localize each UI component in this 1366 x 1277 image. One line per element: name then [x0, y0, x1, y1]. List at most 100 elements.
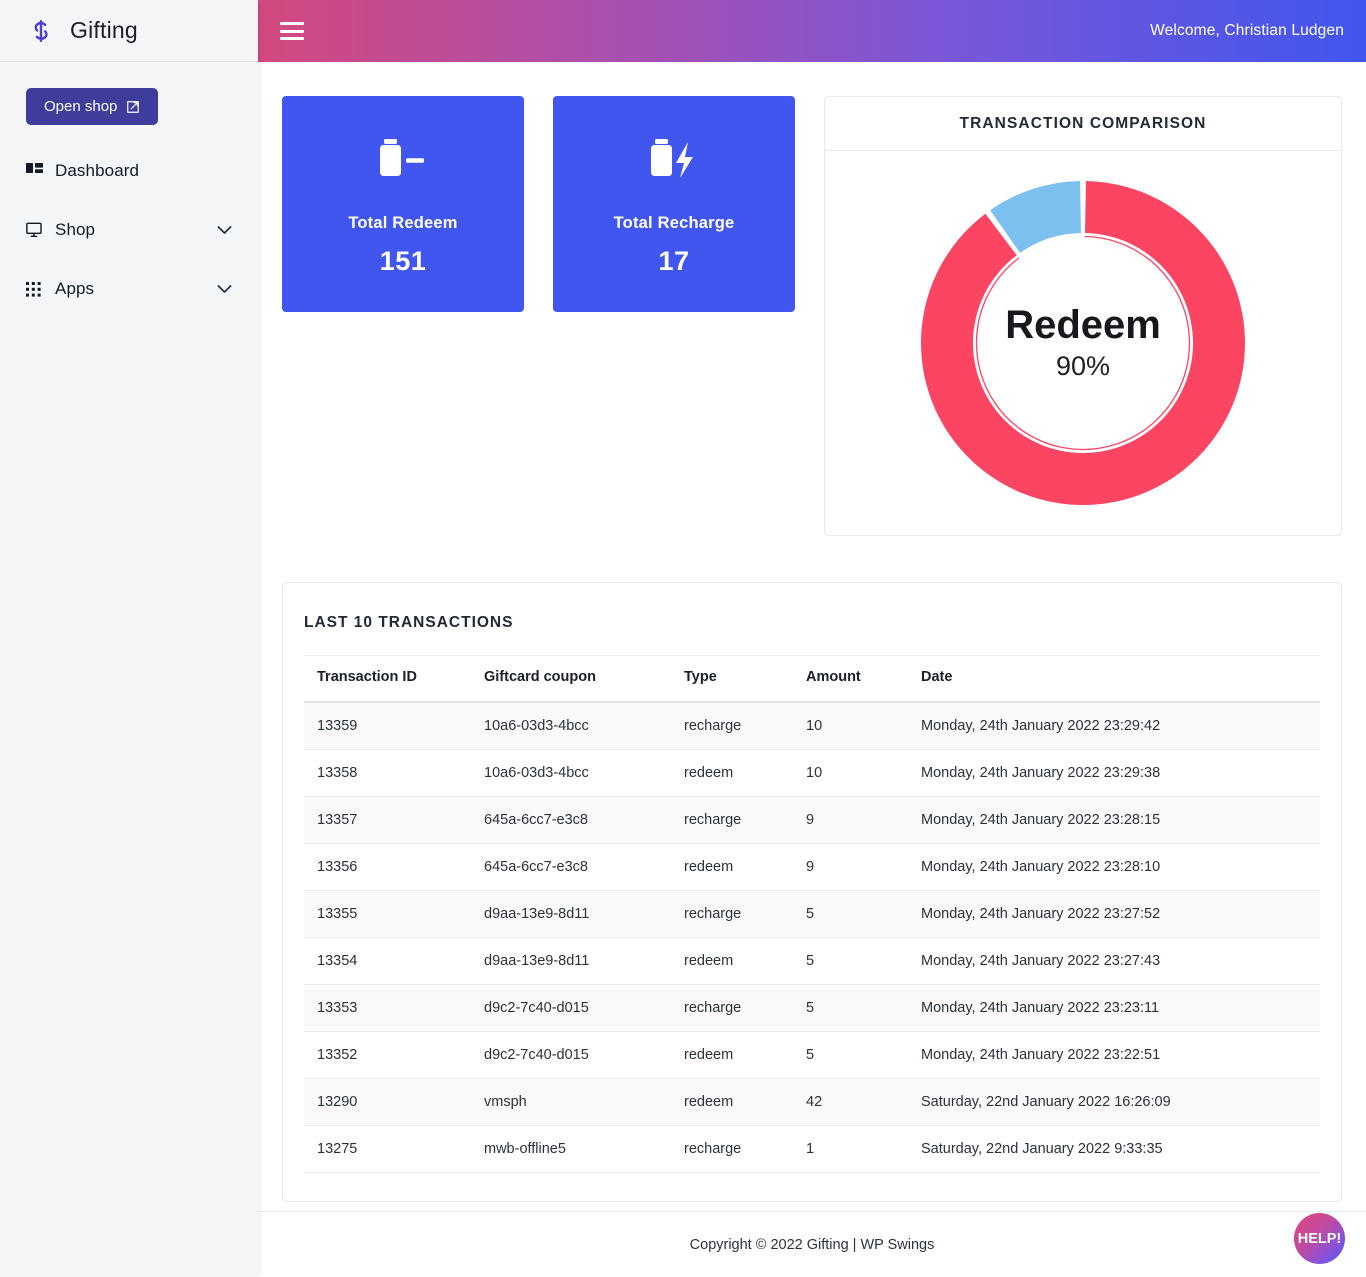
cell-date: Monday, 24th January 2022 23:23:11 [921, 985, 1320, 1032]
cell-coupon: 10a6-03d3-4bcc [484, 702, 684, 750]
column-header-date[interactable]: Date [921, 656, 1320, 703]
cell-date: Monday, 24th January 2022 23:29:38 [921, 750, 1320, 797]
table-row[interactable]: 13357645a-6cc7-e3c8recharge9Monday, 24th… [304, 797, 1320, 844]
cell-type: redeem [684, 938, 806, 985]
help-button[interactable]: HELP! [1294, 1213, 1345, 1264]
topbar: Welcome, Christian Ludgen [258, 0, 1366, 62]
table-row[interactable]: 13290vmsphredeem42Saturday, 22nd January… [304, 1079, 1320, 1126]
chevron-down-icon[interactable] [217, 225, 232, 235]
cell-amount: 5 [806, 938, 921, 985]
cell-date: Monday, 24th January 2022 23:28:15 [921, 797, 1320, 844]
external-link-icon [126, 100, 140, 114]
cell-type: redeem [684, 1079, 806, 1126]
sidebar-item-apps[interactable]: Apps [26, 276, 232, 302]
brand: Gifting [0, 0, 258, 62]
brand-title: Gifting [70, 17, 138, 44]
cell-type: redeem [684, 844, 806, 891]
apps-grid-icon [26, 280, 46, 298]
dashboard-grid-icon [26, 162, 46, 180]
column-header-giftcard-coupon[interactable]: Giftcard coupon [484, 656, 684, 703]
stat-value: 151 [380, 246, 427, 277]
table-body: 1335910a6-03d3-4bccrecharge10Monday, 24t… [304, 702, 1320, 1173]
cell-date: Monday, 24th January 2022 23:29:42 [921, 702, 1320, 750]
cell-amount: 10 [806, 750, 921, 797]
battery-bolt-icon [643, 132, 705, 188]
cell-id: 13353 [304, 985, 484, 1032]
cell-coupon: 645a-6cc7-e3c8 [484, 797, 684, 844]
sidebar: Gifting Open shop [0, 0, 258, 1277]
monitor-icon [26, 221, 46, 239]
table-row[interactable]: 13352d9c2-7c40-d015redeem5Monday, 24th J… [304, 1032, 1320, 1079]
stat-cards: Total Redeem 151 Total Recharge 17 [282, 96, 795, 312]
table-row[interactable]: 1335810a6-03d3-4bccredeem10Monday, 24th … [304, 750, 1320, 797]
table-header-row: Transaction ID Giftcard coupon Type Amou… [304, 656, 1320, 703]
transactions-table: Transaction ID Giftcard coupon Type Amou… [304, 655, 1320, 1173]
dashboard-page: Gifting Open shop [0, 0, 1366, 1277]
cell-id: 13355 [304, 891, 484, 938]
donut-slice-redeem[interactable] [921, 181, 1245, 505]
table-row[interactable]: 1335910a6-03d3-4bccrecharge10Monday, 24t… [304, 702, 1320, 750]
top-row: Total Redeem 151 Total Recharge 17 [282, 96, 1342, 536]
cell-coupon: 10a6-03d3-4bcc [484, 750, 684, 797]
cell-date: Saturday, 22nd January 2022 9:33:35 [921, 1126, 1320, 1173]
donut-chart[interactable]: Redeem 90% [913, 173, 1253, 513]
cell-coupon: d9c2-7c40-d015 [484, 1032, 684, 1079]
last-transactions-card: LAST 10 TRANSACTIONS Transaction ID Gift… [282, 582, 1342, 1202]
hamburger-menu-icon[interactable] [280, 22, 304, 40]
content-area: Total Redeem 151 Total Recharge 17 [258, 62, 1366, 1211]
column-header-transaction-id[interactable]: Transaction ID [304, 656, 484, 703]
open-shop-button[interactable]: Open shop [26, 88, 158, 125]
cell-type: redeem [684, 1032, 806, 1079]
stat-label: Total Recharge [614, 214, 735, 233]
footer: Copyright © 2022 Gifting | WP Swings [258, 1211, 1366, 1277]
cell-date: Monday, 24th January 2022 23:28:10 [921, 844, 1320, 891]
cell-type: recharge [684, 891, 806, 938]
stat-value: 17 [658, 246, 689, 277]
stat-card-total-redeem[interactable]: Total Redeem 151 [282, 96, 524, 312]
transaction-comparison-card: TRANSACTION COMPARISON Redeem 90% [824, 96, 1342, 536]
cell-amount: 9 [806, 844, 921, 891]
cell-id: 13358 [304, 750, 484, 797]
table-row[interactable]: 13355d9aa-13e9-8d11recharge5Monday, 24th… [304, 891, 1320, 938]
cell-id: 13357 [304, 797, 484, 844]
cell-date: Monday, 24th January 2022 23:22:51 [921, 1032, 1320, 1079]
cell-id: 13356 [304, 844, 484, 891]
copyright-text: Copyright © 2022 Gifting | WP Swings [690, 1237, 935, 1253]
table-row[interactable]: 13353d9c2-7c40-d015recharge5Monday, 24th… [304, 985, 1320, 1032]
battery-minus-icon [372, 132, 434, 188]
table-row[interactable]: 13275mwb-offline5recharge1Saturday, 22nd… [304, 1126, 1320, 1173]
welcome-text: Welcome, Christian Ludgen [1150, 22, 1344, 40]
cell-id: 13352 [304, 1032, 484, 1079]
table-row[interactable]: 13356645a-6cc7-e3c8redeem9Monday, 24th J… [304, 844, 1320, 891]
chart-header: TRANSACTION COMPARISON [825, 97, 1341, 151]
donut-chart-svg [913, 173, 1253, 513]
chevron-down-icon[interactable] [217, 284, 232, 294]
sidebar-item-dashboard[interactable]: Dashboard [26, 158, 232, 184]
main-column: Welcome, Christian Ludgen Total Redeem [258, 0, 1366, 1277]
cell-id: 13290 [304, 1079, 484, 1126]
sidebar-nav: Dashboard Shop [26, 158, 232, 302]
sidebar-body: Open shop [0, 62, 258, 302]
cell-type: recharge [684, 985, 806, 1032]
cell-coupon: d9aa-13e9-8d11 [484, 891, 684, 938]
table-title: LAST 10 TRANSACTIONS [304, 614, 1320, 632]
table-row[interactable]: 13354d9aa-13e9-8d11redeem5Monday, 24th J… [304, 938, 1320, 985]
cell-amount: 42 [806, 1079, 921, 1126]
cell-amount: 5 [806, 1032, 921, 1079]
cell-amount: 1 [806, 1126, 921, 1173]
gifting-swirl-logo-icon [26, 16, 56, 46]
cell-type: recharge [684, 797, 806, 844]
cell-coupon: mwb-offline5 [484, 1126, 684, 1173]
sidebar-item-label: Dashboard [55, 161, 139, 181]
cell-amount: 10 [806, 702, 921, 750]
cell-id: 13354 [304, 938, 484, 985]
sidebar-item-shop[interactable]: Shop [26, 217, 232, 243]
cell-date: Saturday, 22nd January 2022 16:26:09 [921, 1079, 1320, 1126]
stat-label: Total Redeem [348, 214, 457, 233]
column-header-type[interactable]: Type [684, 656, 806, 703]
cell-amount: 5 [806, 985, 921, 1032]
cell-type: recharge [684, 702, 806, 750]
column-header-amount[interactable]: Amount [806, 656, 921, 703]
stat-card-total-recharge[interactable]: Total Recharge 17 [553, 96, 795, 312]
cell-date: Monday, 24th January 2022 23:27:52 [921, 891, 1320, 938]
